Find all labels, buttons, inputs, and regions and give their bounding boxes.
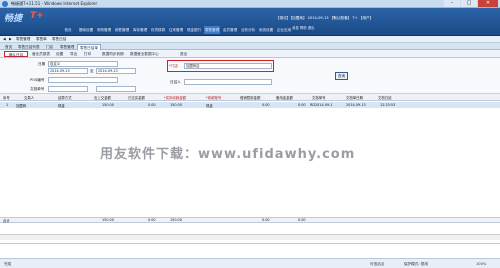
logo: T+ [30,11,44,21]
cell-account: 现金 [206,104,213,108]
menu-enterprise[interactable]: 企业应用 [276,26,292,34]
col-actual: *实际收款金额 [164,96,187,100]
back-icon[interactable]: ◀ [3,37,6,41]
doc-label: 文档单号 [30,87,45,91]
cell-settle: 现金 [58,104,65,108]
cell-borrow: 0.00 [262,103,270,107]
header-mini-menu[interactable]: 消息 帮助 退出 [292,25,315,30]
pos-label: POS编号 [30,78,45,82]
window-titlebar: 畅捷通T+11.51 - Windows Internet Explorer –… [0,0,500,8]
col-due: 应上交金额 [94,96,111,100]
table-row[interactable] [0,102,500,108]
toolbar-sync[interactable]: 数据同步到期 [102,51,124,57]
func-retail[interactable]: 零售管理 [16,37,30,42]
statusbar: 完成 可信站点 保护模式: 禁用 100% [0,258,500,268]
toolbar-print[interactable]: 打印 [84,51,91,57]
ie-icon [2,1,8,7]
col-index: 序号 [3,96,10,100]
status-line: 【测试】【加盟商】 2014-09-13 【默认账套】 T+ 【用户】 [276,16,374,20]
menu-retail[interactable]: 零售管理 [204,26,220,34]
toolbar-exit[interactable]: 退出 [180,51,187,57]
col-reserve: 备用金金额 [276,96,293,100]
store-input[interactable]: 加盟商店 [184,63,272,69]
logo-sub: 畅捷 [4,14,23,24]
to-label: 至 [90,69,94,73]
col-paid: 已交实金额 [128,96,145,100]
watermark: 用友软件下载：www.ufidawhy.com [100,147,356,162]
func-retail-doc[interactable]: 零售单 [36,37,47,42]
operator-label: 日结人 [170,80,181,84]
operator-input[interactable] [184,79,272,85]
toolbar-data-center[interactable]: 数据营业数据中心 [130,51,159,57]
toolbar: 确认日结 营业员报表 设置 导出 打印 数据同步到期 数据营业数据中心 退出 [0,50,500,58]
store-label: *门店 [169,64,178,68]
total-due: 150.00 [102,218,114,222]
col-docno: 文档单号 [312,96,326,100]
total-label: 合计 [3,219,10,223]
cell-due: 150.00 [102,103,114,107]
menu-home[interactable]: 首页 [60,26,76,34]
function-bar: ◀ ▶ 零售管理 零售单 零售日结 [0,36,500,43]
search-button[interactable]: 查询 [335,72,348,80]
cell-paid: 0.00 [148,103,156,107]
total-row [0,217,500,223]
menu-purchase[interactable]: 采购管理 [96,26,112,34]
doc-input[interactable] [48,86,88,92]
confirm-close-button[interactable]: 确认日结 [4,51,28,57]
menu-system[interactable]: 系统设置 [258,26,274,34]
date-from-input[interactable]: 2014-09-13 [48,68,88,74]
total-actual: 150.00 [170,218,182,222]
pos-input[interactable] [48,77,118,83]
total-borrow: 0.00 [262,218,270,222]
maximize-button[interactable]: □ [461,0,477,7]
cell-actual: 150.00 [170,103,182,107]
cell-reserve: 0.00 [298,103,306,107]
toolbar-cashier-report[interactable]: 营业员报表 [32,51,50,57]
col-account: *收款账号 [206,96,222,100]
zoom-level[interactable]: 100% [476,262,486,266]
menu-sales[interactable]: 销售管理 [114,26,130,34]
col-borrow: 借销暂用金额 [240,96,261,100]
date-label: 日期 [38,62,46,66]
window-title: 畅捷通T+11.51 - Windows Internet Explorer [11,1,98,6]
cell-docdate: 2014-09-13 [346,103,366,107]
menu-ar-ap[interactable]: 往来管理 [168,26,184,34]
menu-analysis[interactable]: 业务分析 [240,26,256,34]
cell-docno: RD2014-09-1 [310,103,333,107]
menu-inventory[interactable]: 库存管理 [132,26,148,34]
date-type-select[interactable]: 自定义 [48,61,118,67]
col-docdate: 文档单日期 [346,96,363,100]
total-reserve: 0.00 [298,218,306,222]
menu-costing[interactable]: 存货核算 [150,26,166,34]
trusted-site: 可信站点 [370,262,385,266]
cell-close: 12:25:53 [380,103,396,107]
col-settle: 结算方式 [58,96,72,100]
menu-member[interactable]: 会员管理 [222,26,238,34]
minimize-button[interactable]: – [444,0,460,7]
func-daily-close[interactable]: 零售日结 [52,37,66,42]
protected-mode: 保护模式: 禁用 [404,262,428,266]
app-header: 畅捷 T+ 【测试】【加盟商】 2014-09-13 【默认账套】 T+ 【用户… [0,8,500,36]
horizontal-scrollbar[interactable] [0,234,500,240]
cell-trader: 加盟商 [16,104,27,108]
total-paid: 0.00 [148,218,156,222]
menu-cash[interactable]: 现金银行 [186,26,202,34]
menu-basic[interactable]: 基础设置 [78,26,94,34]
tab-bar: 首页 零售日结列表 门店 零售管理 零售日结单 [0,43,500,50]
doc-input-2[interactable] [96,86,136,92]
toolbar-settings[interactable]: 设置 [56,51,63,57]
grid-header: 序号 交易人 结算方式 应上交金额 已交实金额 *实际收款金额 *收款账号 借销… [0,94,500,101]
close-button[interactable]: ✕ [478,0,498,7]
cell-index: 1 [6,103,9,107]
status-done: 完成 [4,262,12,266]
col-close: 文档日结 [378,96,392,100]
col-trader: 交易人 [24,96,35,100]
forward-icon[interactable]: ▶ [9,37,12,41]
toolbar-export[interactable]: 导出 [70,51,77,57]
date-to-input[interactable]: 2014-09-13 [96,68,136,74]
